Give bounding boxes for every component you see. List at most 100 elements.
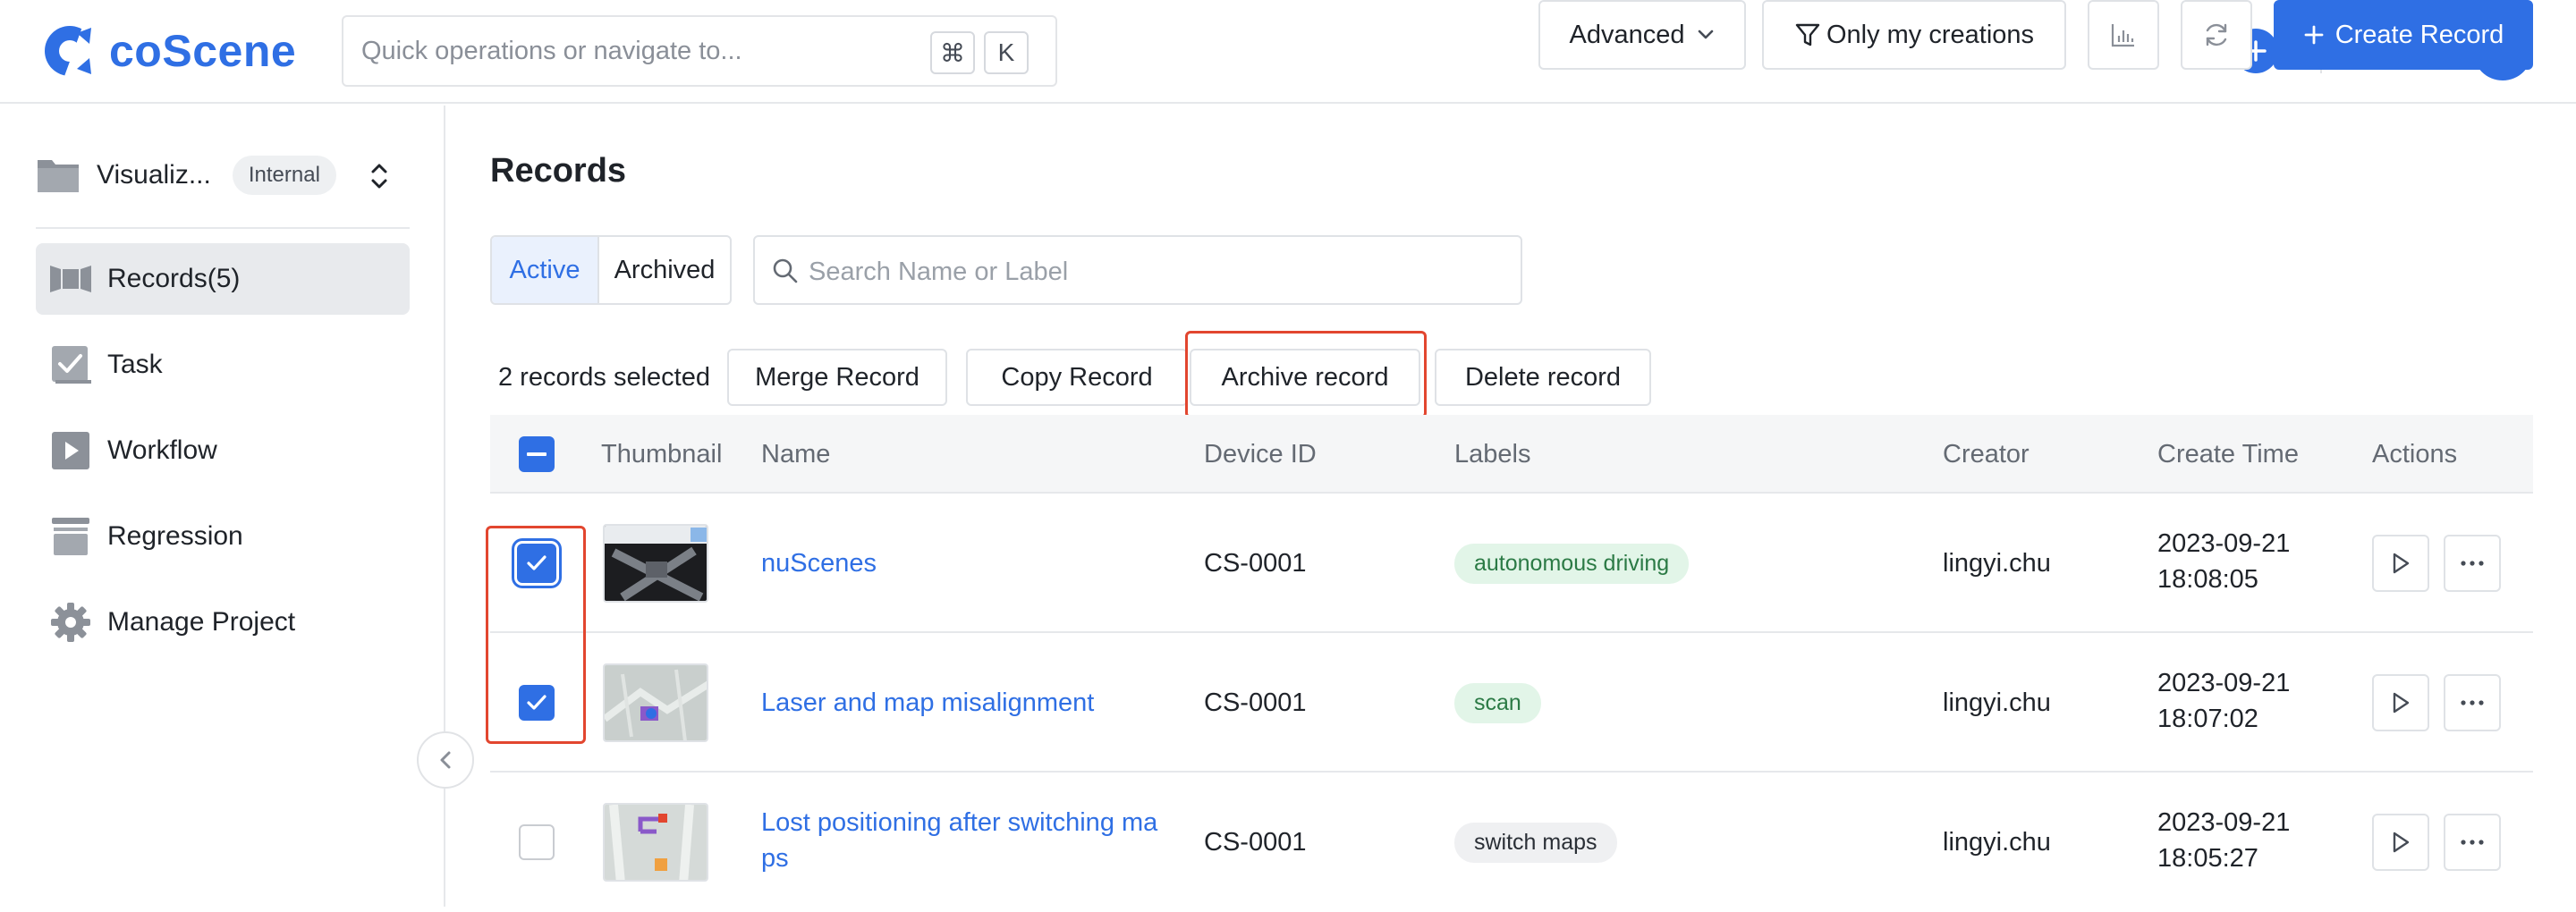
record-status-tabs: Active Archived <box>490 235 732 305</box>
column-header-name: Name <box>761 440 831 469</box>
sidebar-divider <box>36 227 410 229</box>
more-icon <box>2461 840 2484 845</box>
label-tag[interactable]: switch maps <box>1454 823 1617 863</box>
filter-icon <box>1795 23 1820 46</box>
create-date: 2023-09-21 <box>2157 669 2291 697</box>
advanced-filter-button[interactable]: Advanced <box>1538 0 1746 70</box>
more-icon <box>2461 561 2484 566</box>
creator: lingyi.chu <box>1943 828 2051 857</box>
column-header-thumbnail: Thumbnail <box>601 440 723 469</box>
advanced-label: Advanced <box>1569 20 1685 49</box>
copy-record-button[interactable]: Copy Record <box>966 349 1188 406</box>
record-thumbnail[interactable] <box>603 803 708 882</box>
search-icon <box>773 258 798 283</box>
table-row[interactable]: Lost positioning after switching ma ps C… <box>490 773 2533 912</box>
column-header-creator: Creator <box>1943 440 2029 469</box>
play-button[interactable] <box>2372 674 2429 731</box>
label-tag[interactable]: autonomous driving <box>1454 544 1690 584</box>
sidebar-item-workflow[interactable]: Workflow <box>36 415 410 486</box>
chevron-up-down-icon <box>371 164 387 189</box>
create-time: 18:07:02 <box>2157 705 2258 733</box>
gear-icon <box>51 603 90 642</box>
records-icon <box>50 266 91 292</box>
sidebar-item-label: Manage Project <box>107 607 296 637</box>
creator: lingyi.chu <box>1943 688 2051 717</box>
sidebar-item-label: Task <box>107 350 163 379</box>
sidebar-item-label: Workflow <box>107 435 217 465</box>
sidebar-collapse-button[interactable] <box>417 731 474 789</box>
regression-icon <box>52 518 89 555</box>
record-name-link[interactable]: nuScenes <box>761 549 877 578</box>
table-row[interactable]: Laser and map misalignment CS-0001 scan … <box>490 633 2533 773</box>
refresh-icon <box>2206 23 2227 46</box>
archive-highlight-frame <box>1185 331 1427 418</box>
statistics-button[interactable] <box>2088 0 2159 70</box>
play-button[interactable] <box>2372 535 2429 592</box>
play-icon <box>2393 832 2410 853</box>
tab-archived[interactable]: Archived <box>599 237 730 303</box>
command-placeholder: Quick operations or navigate to... <box>361 37 742 65</box>
thumbnail-image <box>605 665 707 740</box>
create-record-label: Create Record <box>2334 20 2504 49</box>
tab-active[interactable]: Active <box>492 237 599 303</box>
create-date: 2023-09-21 <box>2157 529 2291 558</box>
table-header: Thumbnail Name Device ID Labels Creator … <box>490 415 2533 494</box>
device-id: CS-0001 <box>1204 688 1307 717</box>
select-all-checkbox[interactable] <box>519 436 555 472</box>
create-date: 2023-09-21 <box>2157 808 2291 837</box>
search-input[interactable]: Search Name or Label <box>753 235 1522 305</box>
column-header-device-id: Device ID <box>1204 440 1317 469</box>
column-header-actions: Actions <box>2372 440 2458 469</box>
record-thumbnail[interactable] <box>603 663 708 742</box>
row-checkbox[interactable] <box>519 824 555 860</box>
only-my-creations-label: Only my creations <box>1826 20 2035 49</box>
sidebar-item-task[interactable]: Task <box>36 329 410 401</box>
sidebar-item-label: Records(5) <box>107 264 241 293</box>
chevron-left-icon <box>440 751 451 769</box>
sidebar-item-records[interactable]: Records(5) <box>36 243 410 315</box>
search-placeholder: Search Name or Label <box>809 258 1069 286</box>
only-my-creations-button[interactable]: Only my creations <box>1762 0 2066 70</box>
shortcut-cmd-key: ⌘ <box>930 31 975 74</box>
command-palette-input[interactable]: Quick operations or navigate to... ⌘ K <box>342 15 1057 87</box>
play-icon <box>2393 553 2410 574</box>
logo-text: coScene <box>109 26 297 76</box>
task-icon <box>52 346 91 384</box>
column-header-create-time: Create Time <box>2157 440 2299 469</box>
record-name-link[interactable]: Lost positioning after switching ma <box>761 808 1157 838</box>
page-title: Records <box>490 152 627 190</box>
minus-icon <box>527 452 547 456</box>
record-name-link-continued[interactable]: ps <box>761 844 789 874</box>
folder-icon <box>38 160 79 192</box>
sidebar-item-label: Regression <box>107 521 243 551</box>
refresh-button[interactable] <box>2181 0 2252 70</box>
more-actions-button[interactable] <box>2444 674 2501 731</box>
creator: lingyi.chu <box>1943 549 2051 578</box>
project-visibility-badge: Internal <box>232 156 336 195</box>
thumbnail-image <box>605 805 707 880</box>
sidebar-item-manage-project[interactable]: Manage Project <box>36 587 410 658</box>
create-record-button[interactable]: Create Record <box>2274 0 2533 70</box>
thumbnail-image <box>605 526 707 601</box>
delete-record-button[interactable]: Delete record <box>1435 349 1651 406</box>
table-row[interactable]: nuScenes CS-0001 autonomous driving ling… <box>490 494 2533 633</box>
play-button[interactable] <box>2372 814 2429 871</box>
logo[interactable]: coScene <box>41 21 296 80</box>
project-switcher[interactable]: Visualiz... Internal <box>36 148 410 202</box>
label-tag[interactable]: scan <box>1454 683 1541 723</box>
shortcut-k-key: K <box>984 31 1029 74</box>
workflow-icon <box>52 432 89 469</box>
more-icon <box>2461 700 2484 705</box>
record-thumbnail[interactable] <box>603 524 708 603</box>
device-id: CS-0001 <box>1204 549 1307 578</box>
create-time: 18:08:05 <box>2157 565 2258 594</box>
column-header-labels: Labels <box>1454 440 1531 469</box>
sidebar-item-regression[interactable]: Regression <box>36 501 410 572</box>
plus-icon <box>2304 25 2324 45</box>
more-actions-button[interactable] <box>2444 814 2501 871</box>
create-time: 18:05:27 <box>2157 844 2258 873</box>
more-actions-button[interactable] <box>2444 535 2501 592</box>
record-name-link[interactable]: Laser and map misalignment <box>761 688 1094 718</box>
merge-record-button[interactable]: Merge Record <box>727 349 947 406</box>
project-name: Visualiz... <box>97 160 211 190</box>
